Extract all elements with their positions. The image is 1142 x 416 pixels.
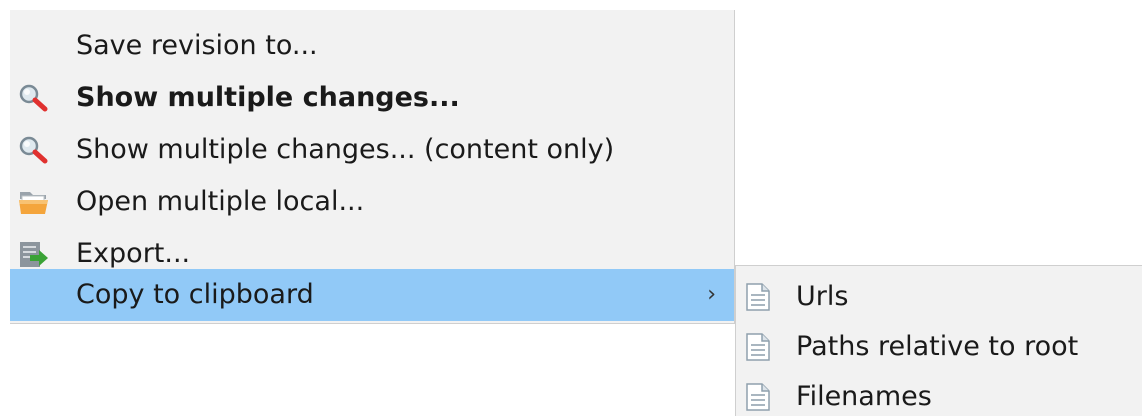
menu-item-label: Open multiple local...	[76, 186, 365, 217]
open-folder-icon	[18, 187, 50, 217]
submenu-item-paths-relative-to-root[interactable]: Paths relative to root	[736, 322, 1142, 372]
menu-item-label: Show multiple changes... (content only)	[76, 134, 615, 165]
document-icon	[746, 333, 770, 361]
magnifier-icon	[18, 83, 50, 113]
menu-item-label: Copy to clipboard	[76, 279, 314, 310]
submenu-item-label: Paths relative to root	[796, 331, 1079, 362]
menu-item-open-multiple-local[interactable]: Open multiple local...	[10, 176, 734, 228]
menu-item-save-revision[interactable]: Save revision to...	[10, 20, 734, 72]
submenu-item-label: Filenames	[796, 381, 932, 412]
submenu-item-filenames[interactable]: Filenames	[736, 372, 1142, 416]
export-icon	[18, 239, 50, 269]
submenu-item-label: Urls	[796, 281, 849, 312]
magnifier-icon	[18, 135, 50, 165]
menu-item-label: Show multiple changes...	[76, 82, 460, 113]
document-icon	[746, 383, 770, 411]
document-icon	[746, 283, 770, 311]
screen: Save revision to... Show multiple change…	[0, 0, 1142, 416]
menu-item-show-multiple-changes[interactable]: Show multiple changes...	[10, 72, 734, 124]
context-menu: Save revision to... Show multiple change…	[10, 10, 735, 324]
chevron-right-icon: ›	[707, 282, 716, 307]
menu-item-label: Save revision to...	[76, 30, 318, 61]
menu-item-copy-to-clipboard[interactable]: Copy to clipboard ›	[10, 269, 734, 321]
menu-item-show-multiple-changes-content-only[interactable]: Show multiple changes... (content only)	[10, 124, 734, 176]
clipboard-submenu: Urls Paths relative to root Filenames	[735, 265, 1142, 416]
submenu-item-urls[interactable]: Urls	[736, 272, 1142, 322]
